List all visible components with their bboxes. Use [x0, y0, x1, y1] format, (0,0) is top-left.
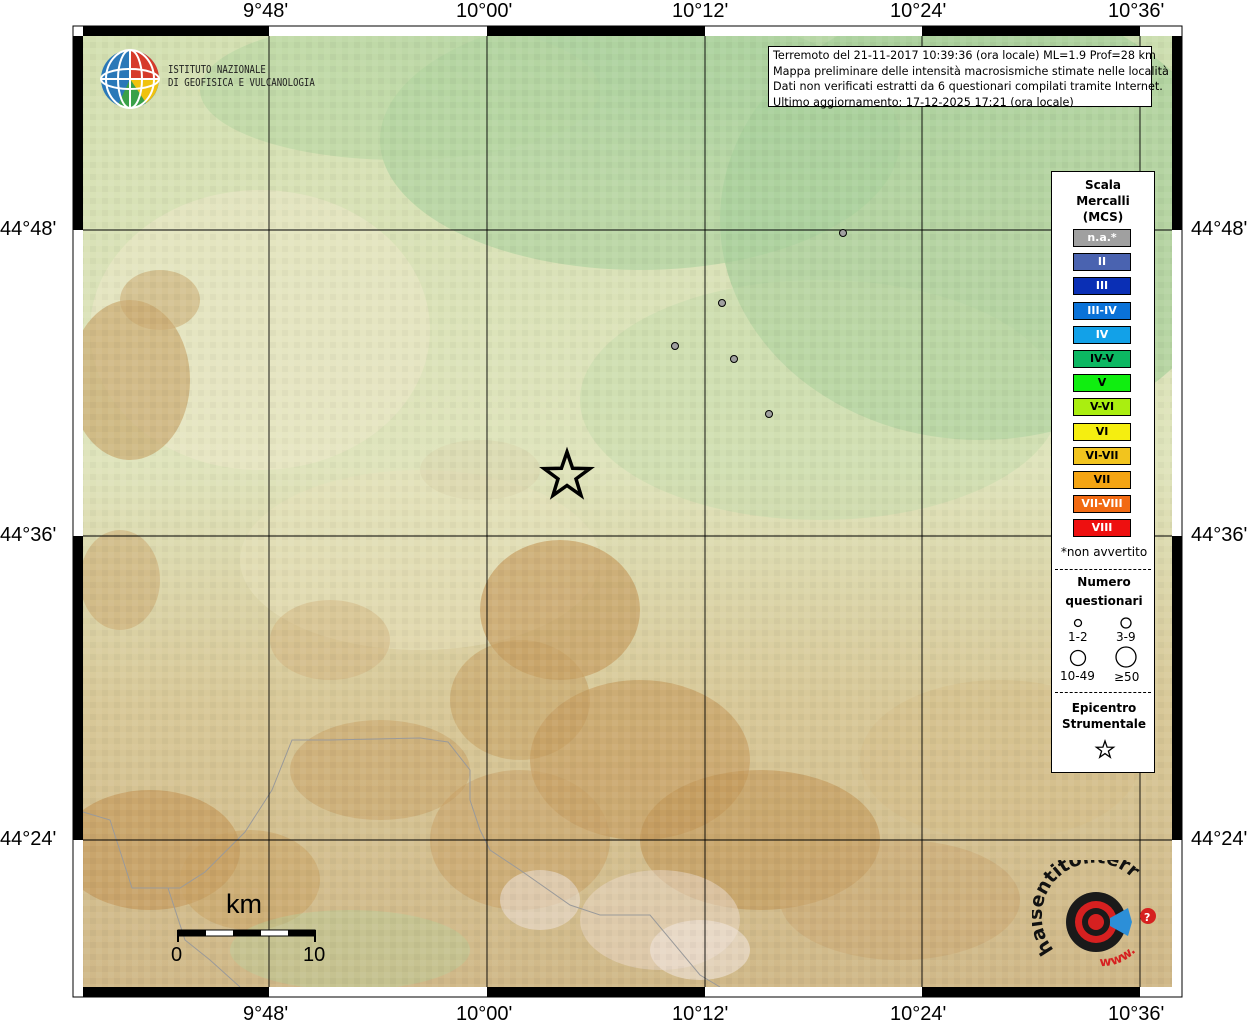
- not-felt-note: *non avvertito: [1060, 545, 1148, 559]
- count-label-10-49: 10-49: [1060, 669, 1095, 683]
- info-line-event: Terremoto del 21-11-2017 10:39:36 (ora l…: [773, 49, 1156, 62]
- questionnaire-point: [839, 229, 847, 237]
- lon-label-bottom-3: 10°12': [672, 1003, 729, 1025]
- intensity-swatch: II: [1073, 253, 1131, 272]
- intensity-swatch: VII: [1073, 471, 1131, 489]
- info-line-data: Dati non verificati estratti da 6 questi…: [773, 80, 1163, 93]
- scale-end: 10: [303, 944, 326, 966]
- info-line-update: Ultimo aggiornamento: 17-12-2025 17:21 (…: [773, 95, 1074, 109]
- scale-start: 0: [171, 944, 183, 966]
- questionnaire-point: [730, 355, 738, 363]
- epicenter-title: Epicentro Strumentale: [1061, 701, 1147, 731]
- questionnaire-point: [671, 342, 679, 350]
- info-line-map: Mappa preliminare delle intensità macros…: [773, 64, 1169, 78]
- svg-text:?: ?: [1144, 911, 1150, 924]
- mcs-legend: Scala Mercalli (MCS) n.a.* II III III-IV IV I…: [1051, 171, 1155, 773]
- count-label-1-2: 1-2: [1068, 630, 1088, 644]
- haisentito-logo[interactable]: haisentitoilterremoto.it www. ?: [1032, 860, 1162, 980]
- intensity-swatch: VI-VII: [1073, 446, 1131, 465]
- lat-label-right-1: 44°48': [1191, 218, 1248, 240]
- intensity-swatch: VII-VIII: [1073, 495, 1131, 514]
- intensity-swatch: V: [1073, 374, 1131, 393]
- lon-label-top-3: 10°12': [672, 0, 729, 22]
- lon-label-top-2: 10°00': [456, 0, 513, 22]
- intensity-swatch: V-VI: [1073, 398, 1131, 417]
- lat-label-left-3: 44°24': [0, 828, 57, 850]
- scale-unit: km: [226, 889, 262, 919]
- ingv-logo-text: ISTITUTO NAZIONALE DI GEOFISICA E VULCAN…: [168, 64, 315, 89]
- questionnaire-point: [718, 299, 726, 307]
- intensity-swatch: VI: [1073, 422, 1131, 441]
- epicenter-legend-star-icon: [1094, 739, 1116, 759]
- lat-label-left-2: 44°36': [0, 524, 57, 546]
- count-label-50: ≥50: [1114, 670, 1140, 684]
- lon-label-bottom-4: 10°24': [890, 1003, 947, 1025]
- questionnaire-point: [765, 410, 773, 418]
- lat-label-right-3: 44°24': [1191, 828, 1248, 850]
- lon-label-bottom-5: 10°36': [1108, 1003, 1165, 1025]
- lat-label-right-2: 44°36': [1191, 524, 1248, 546]
- intensity-swatch: III-IV: [1073, 301, 1131, 320]
- lon-label-top-5: 10°36': [1108, 0, 1165, 22]
- intensity-swatch: IV: [1073, 325, 1131, 344]
- count-title: Numero questionari: [1065, 575, 1143, 608]
- ingv-globe-icon: [100, 49, 160, 109]
- lon-label-top-4: 10°24': [890, 0, 947, 22]
- intensity-swatch: n.a.*: [1073, 229, 1131, 247]
- intensity-swatch: III: [1073, 277, 1131, 296]
- count-label-3-9: 3-9: [1116, 630, 1136, 644]
- intensity-swatch: VIII: [1073, 519, 1131, 538]
- event-info-box: Terremoto del 21-11-2017 10:39:36 (ora l…: [768, 46, 1169, 109]
- lat-label-left-1: 44°48': [0, 218, 57, 240]
- lon-label-bottom-2: 10°00': [456, 1003, 513, 1025]
- lon-label-top-1: 9°48': [243, 0, 289, 22]
- intensity-swatch: IV-V: [1073, 350, 1131, 368]
- lon-label-bottom-1: 9°48': [243, 1003, 289, 1025]
- legend-title: Scala Mercalli (MCS): [1076, 178, 1130, 224]
